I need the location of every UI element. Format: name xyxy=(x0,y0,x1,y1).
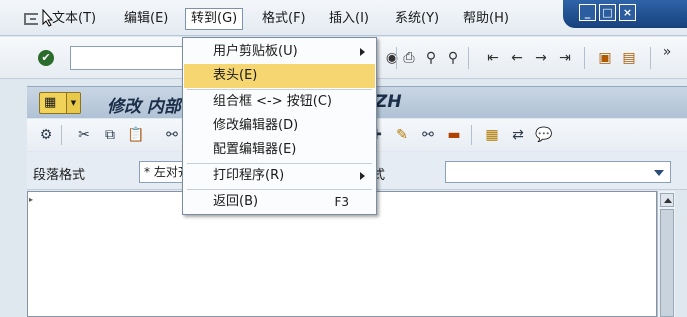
menu-item-combobox-toggle[interactable]: 组合框 <-> 按钮(C) xyxy=(184,90,375,114)
minimize-button[interactable]: _ xyxy=(579,4,596,21)
first-page-icon[interactable]: ⇤ xyxy=(484,49,502,67)
paragraph-format-label: 段落格式 xyxy=(33,168,86,183)
menu-item-label: 打印程序(R) xyxy=(213,168,285,183)
toolbar-separator xyxy=(650,47,651,69)
menu-item-change-editor[interactable]: 修改编辑器(D) xyxy=(184,114,375,138)
delete-icon[interactable]: ▬ xyxy=(445,126,463,144)
save-icon[interactable]: ◉ xyxy=(383,49,401,67)
toolbar-separator xyxy=(584,47,585,69)
maximize-button[interactable]: □ xyxy=(599,4,616,21)
right-margin xyxy=(675,191,687,317)
scroll-thumb[interactable] xyxy=(660,209,674,317)
page-title: 修改 内部 xyxy=(107,97,181,117)
find-next-icon[interactable]: ⚲ xyxy=(444,49,462,67)
prev-page-icon[interactable]: ← xyxy=(508,49,526,67)
screen-menu-icon: ▦ xyxy=(44,95,57,110)
menu-system[interactable]: 系统(Y) xyxy=(390,9,444,29)
close-button[interactable]: × xyxy=(619,4,636,21)
line-marker-icon: ▸ xyxy=(29,195,34,204)
find-replace-icon[interactable]: ⚯ xyxy=(163,126,181,144)
menu-insert[interactable]: 插入(I) xyxy=(324,9,374,29)
toolbar-overflow-icon[interactable]: » xyxy=(658,43,676,61)
pencil-icon[interactable]: ✎ xyxy=(393,126,411,144)
character-format-select[interactable] xyxy=(445,161,671,183)
screen-menu-button[interactable]: ▦ ▼ xyxy=(39,92,81,114)
window-controls: _ □ × xyxy=(563,0,687,28)
shortcut-label: F3 xyxy=(334,195,349,209)
menu-format[interactable]: 格式(F) xyxy=(257,9,311,29)
enter-check-icon[interactable]: ✔ xyxy=(38,50,54,66)
print-icon[interactable]: ⎙ xyxy=(400,49,418,67)
chevron-down-icon: ▼ xyxy=(66,93,80,113)
layout-icon[interactable]: ▦ xyxy=(483,126,501,144)
menu-item-header[interactable]: 表头(E) xyxy=(184,64,375,88)
menu-bar: 文本(T) 编辑(E) 转到(G) 格式(F) 插入(I) 系统(Y) 帮助(H… xyxy=(0,0,687,36)
menu-item-label: 返回(B) xyxy=(213,194,259,209)
paste-icon[interactable]: 📋 xyxy=(127,126,145,144)
system-menu-icon[interactable] xyxy=(24,13,38,25)
vertical-scrollbar[interactable] xyxy=(657,191,675,317)
submenu-arrow-icon xyxy=(360,48,365,56)
goto-dropdown-menu: 用户剪贴板(U) 表头(E) 组合框 <-> 按钮(C) 修改编辑器(D) 配置… xyxy=(182,37,377,215)
copy-icon[interactable]: ⧉ xyxy=(101,126,119,144)
menu-text[interactable]: 文本(T) xyxy=(47,9,101,29)
menu-item-configure-editor[interactable]: 配置编辑器(E) xyxy=(184,138,375,162)
menu-goto[interactable]: 转到(G) xyxy=(185,8,244,30)
cut-icon[interactable]: ✂ xyxy=(75,126,93,144)
menu-help[interactable]: 帮助(H) xyxy=(458,9,514,29)
page-title-language: ZH xyxy=(375,92,402,112)
new-session-icon[interactable]: ▣ xyxy=(596,49,614,67)
menu-item-label: 配置编辑器(E) xyxy=(213,142,297,157)
toolbar-separator xyxy=(468,47,469,69)
menu-item-label: 表头(E) xyxy=(213,68,258,83)
command-field[interactable] xyxy=(70,46,185,70)
find-icon[interactable]: ⚲ xyxy=(422,49,440,67)
scroll-up-icon[interactable] xyxy=(660,193,674,207)
shortcut-icon[interactable]: ▤ xyxy=(620,49,638,67)
settings-icon[interactable]: ⚙ xyxy=(37,126,55,144)
glasses-icon[interactable]: ⚯ xyxy=(419,126,437,144)
menu-item-label: 用户剪贴板(U) xyxy=(213,44,298,59)
next-page-icon[interactable]: → xyxy=(532,49,550,67)
last-page-icon[interactable]: ⇥ xyxy=(556,49,574,67)
menu-edit[interactable]: 编辑(E) xyxy=(119,9,173,29)
toolbar-separator xyxy=(471,125,472,145)
menu-item-print-program[interactable]: 打印程序(R) xyxy=(184,164,375,188)
toolbar-separator xyxy=(61,125,62,145)
menu-item-back[interactable]: 返回(B) F3 xyxy=(184,190,375,214)
submenu-arrow-icon xyxy=(360,172,365,180)
chevron-down-icon xyxy=(654,170,664,176)
toolbar-separator xyxy=(396,47,397,69)
menu-item-user-clipboard[interactable]: 用户剪贴板(U) xyxy=(184,40,375,64)
mouse-cursor-icon xyxy=(42,9,54,27)
menu-item-label: 组合框 <-> 按钮(C) xyxy=(213,94,332,109)
comment-icon[interactable]: 💬 xyxy=(535,126,553,144)
menu-item-label: 修改编辑器(D) xyxy=(213,118,299,133)
structure-icon[interactable]: ⇄ xyxy=(509,126,527,144)
